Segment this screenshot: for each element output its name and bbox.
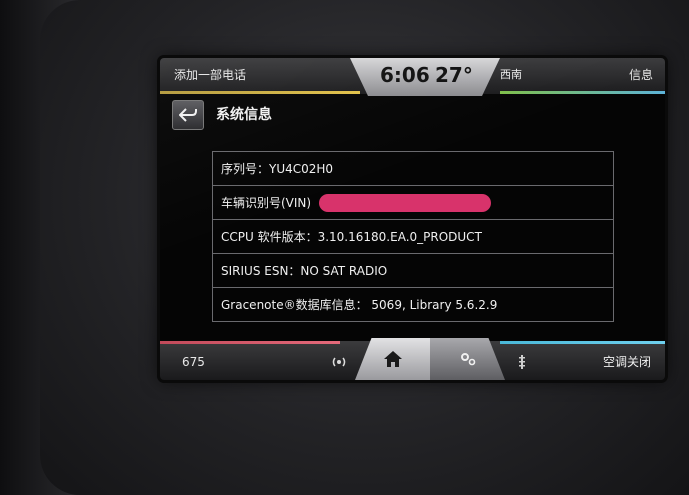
bottom-bar-accent-right [500, 341, 665, 344]
ac-off-label[interactable]: 空调关闭 [603, 353, 651, 370]
home-button[interactable] [355, 338, 430, 380]
back-button[interactable] [172, 100, 204, 130]
status-bar-accent-right [500, 91, 665, 94]
settings-button[interactable] [430, 338, 505, 380]
bottom-bar-accent-left [160, 341, 340, 344]
radio-icon [332, 357, 346, 367]
back-arrow-icon [179, 108, 197, 122]
settings-gear-icon [460, 353, 475, 366]
vin-label: 车辆识别号(VIN) [221, 196, 312, 210]
vin-row: 车辆识别号(VIN) [213, 186, 613, 220]
sirius-esn-text: SIRIUS ESN：NO SAT RADIO [221, 264, 388, 278]
home-icon [383, 351, 402, 367]
fan-icon [519, 355, 525, 369]
clock-time: 6:06 [380, 63, 430, 87]
info-button[interactable]: 信息 [629, 66, 653, 83]
ccpu-version-row: CCPU 软件版本：3.10.16180.EA.0_PRODUCT [213, 220, 613, 254]
radio-button[interactable] [328, 353, 350, 371]
vin-redaction [319, 193, 492, 212]
radio-frequency[interactable]: 675 [182, 355, 205, 369]
infotainment-screen: 添加一部电话 信息 6:06 27° 西南 系统信息 序列号：YU4C02H0 … [160, 58, 665, 380]
status-bar-accent-left [160, 91, 360, 94]
bottom-bar: 675 空调关闭 [160, 338, 665, 380]
gracenote-row: Gracenote®数据库信息： 5069, Library 5.6.2.9 [213, 288, 613, 321]
sirius-esn-row: SIRIUS ESN：NO SAT RADIO [213, 254, 613, 288]
page-title: 系统信息 [216, 107, 272, 123]
gracenote-text: Gracenote®数据库信息： 5069, Library 5.6.2.9 [221, 298, 498, 312]
serial-number-row: 序列号：YU4C02H0 [213, 152, 613, 186]
outside-temperature: 27° [435, 63, 473, 87]
system-info-list: 序列号：YU4C02H0 车辆识别号(VIN) CCPU 软件版本：3.10.1… [212, 151, 614, 322]
add-phone-link[interactable]: 添加一部电话 [174, 66, 246, 83]
compass-heading: 西南 [500, 68, 522, 81]
climate-button[interactable] [515, 353, 529, 371]
serial-number-text: 序列号：YU4C02H0 [221, 162, 334, 176]
ccpu-version-text: CCPU 软件版本：3.10.16180.EA.0_PRODUCT [221, 230, 482, 244]
